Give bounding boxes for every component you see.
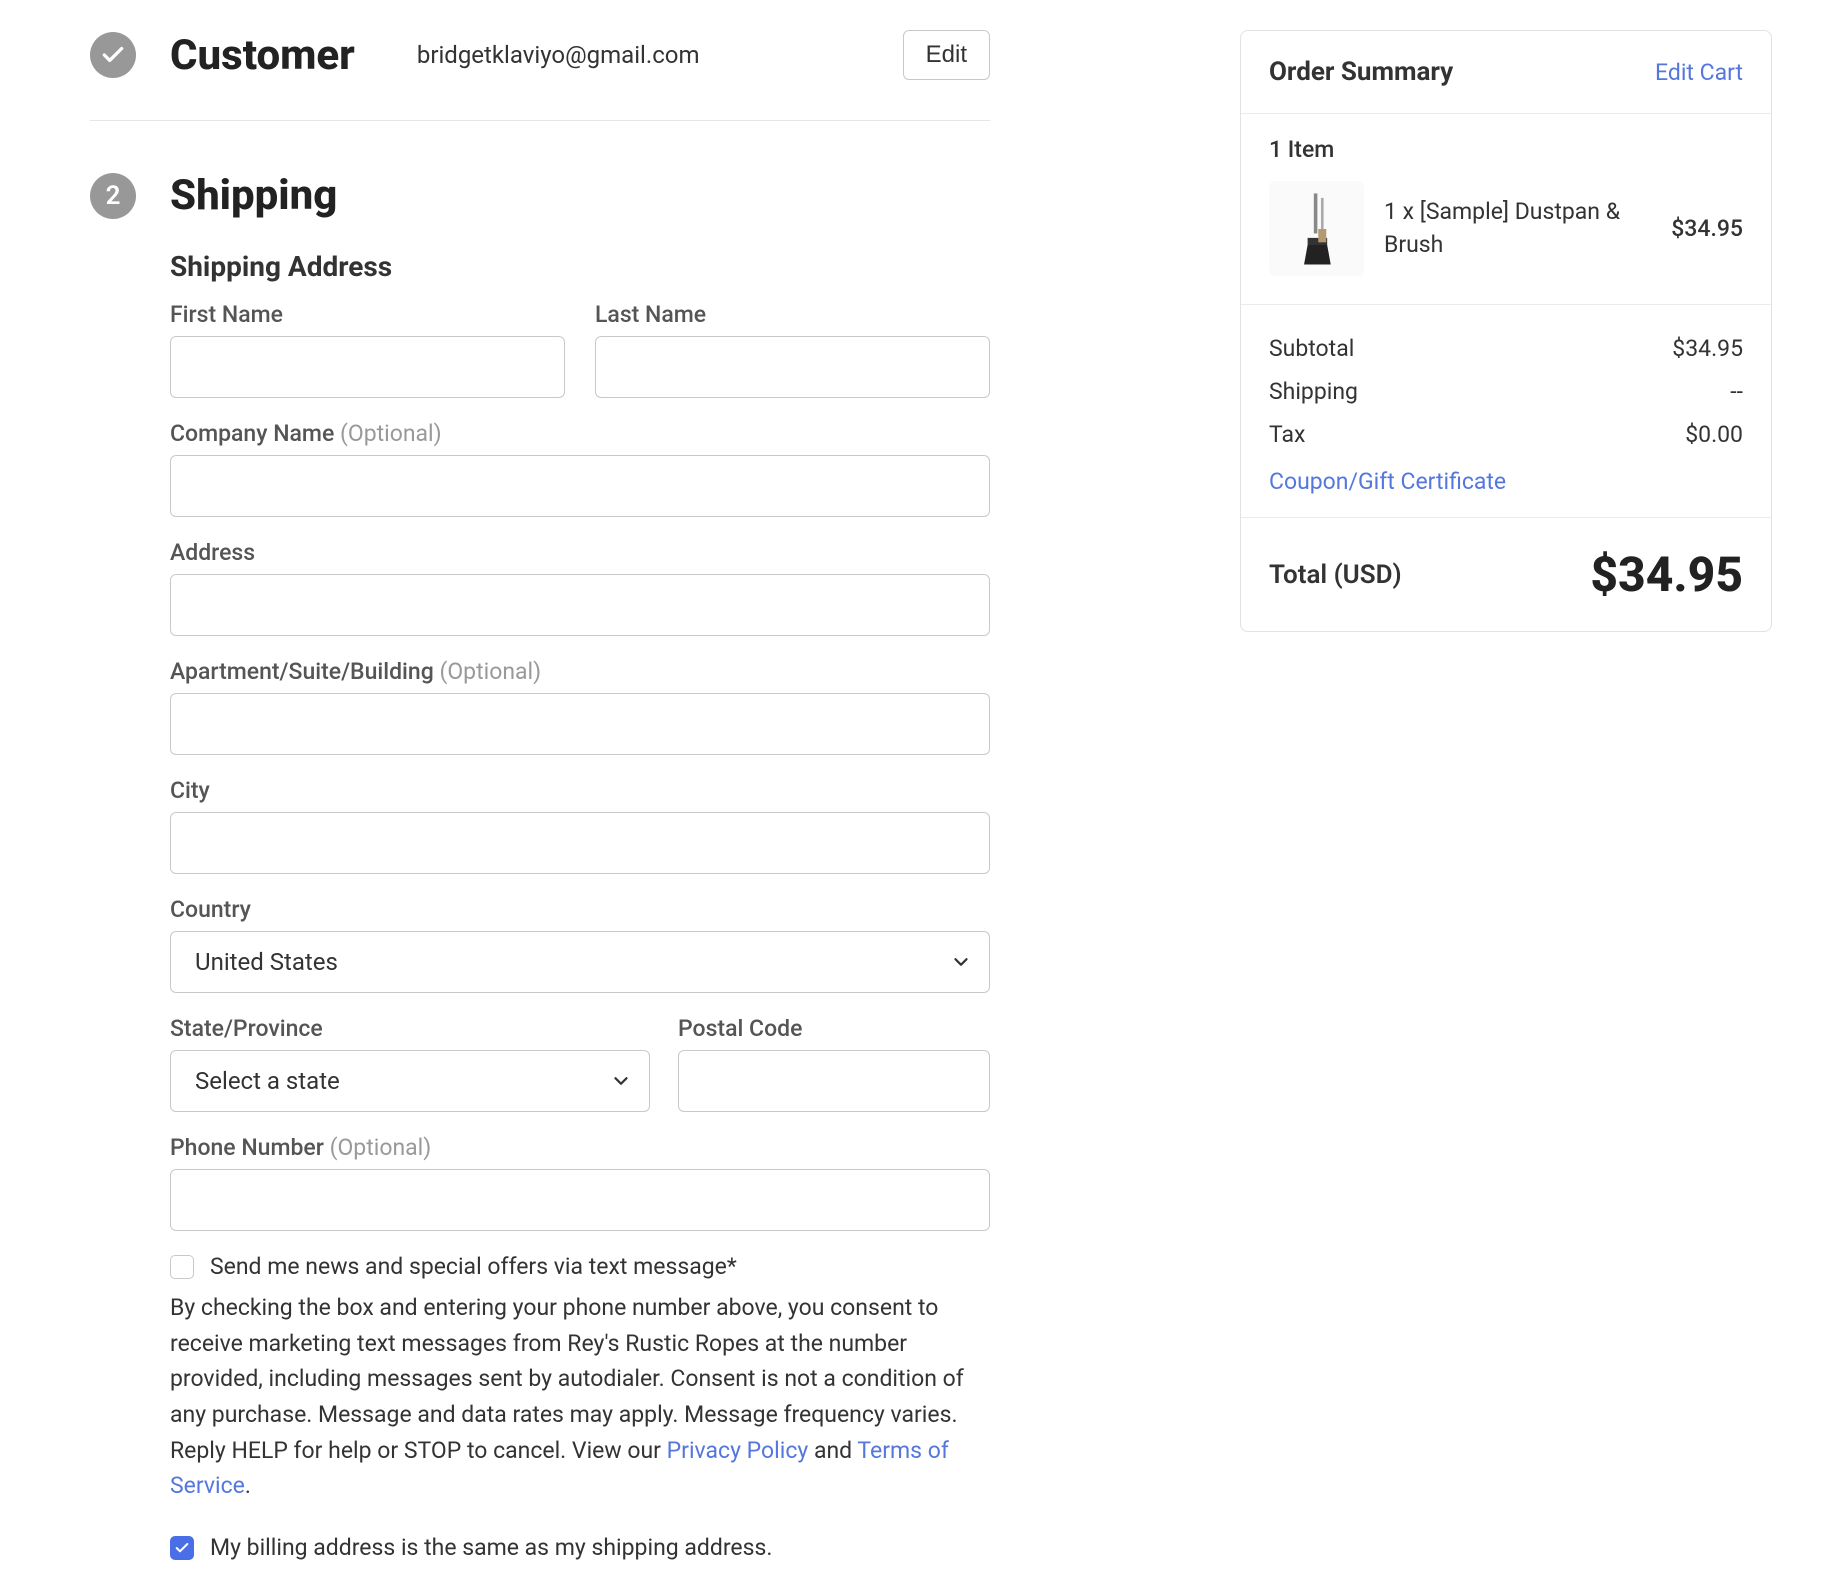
city-input[interactable] xyxy=(170,812,990,874)
shipping-value: -- xyxy=(1730,378,1743,405)
apt-label: Apartment/Suite/Building (Optional) xyxy=(170,658,990,685)
cart-item-row: 1 x [Sample] Dustpan & Brush $34.95 xyxy=(1269,181,1743,276)
company-input[interactable] xyxy=(170,455,990,517)
billing-same-checkbox[interactable] xyxy=(170,1536,194,1560)
edit-customer-button[interactable]: Edit xyxy=(903,30,990,80)
product-thumbnail xyxy=(1269,181,1364,276)
city-label: City xyxy=(170,777,990,804)
divider xyxy=(90,120,990,121)
state-select[interactable]: Select a state xyxy=(170,1050,650,1112)
phone-label: Phone Number (Optional) xyxy=(170,1134,990,1161)
customer-email: bridgetklaviyo@gmail.com xyxy=(417,41,700,69)
country-label: Country xyxy=(170,896,990,923)
coupon-link[interactable]: Coupon/Gift Certificate xyxy=(1269,456,1506,495)
customer-title: Customer xyxy=(170,31,355,80)
check-icon xyxy=(90,32,136,78)
item-count: 1 Item xyxy=(1269,136,1743,163)
company-label: Company Name (Optional) xyxy=(170,420,990,447)
step-number-badge: 2 xyxy=(90,173,136,219)
first-name-label: First Name xyxy=(170,301,565,328)
address-input[interactable] xyxy=(170,574,990,636)
state-label: State/Province xyxy=(170,1015,650,1042)
dustpan-brush-icon xyxy=(1289,189,1344,269)
apt-input[interactable] xyxy=(170,693,990,755)
news-offers-label: Send me news and special offers via text… xyxy=(210,1253,737,1280)
total-label: Total (USD) xyxy=(1269,560,1402,590)
billing-same-label: My billing address is the same as my shi… xyxy=(210,1534,772,1561)
shipping-address-heading: Shipping Address xyxy=(170,250,990,283)
postal-input[interactable] xyxy=(678,1050,990,1112)
shipping-title: Shipping xyxy=(170,171,337,220)
subtotal-value: $34.95 xyxy=(1672,335,1743,362)
consent-text: By checking the box and entering your ph… xyxy=(170,1290,990,1504)
address-label: Address xyxy=(170,539,990,566)
order-summary-title: Order Summary xyxy=(1269,57,1453,87)
tax-label: Tax xyxy=(1269,421,1305,448)
postal-label: Postal Code xyxy=(678,1015,990,1042)
last-name-label: Last Name xyxy=(595,301,990,328)
order-summary: Order Summary Edit Cart 1 Item xyxy=(1240,30,1772,632)
edit-cart-link[interactable]: Edit Cart xyxy=(1655,59,1743,86)
last-name-input[interactable] xyxy=(595,336,990,398)
first-name-input[interactable] xyxy=(170,336,565,398)
tax-value: $0.00 xyxy=(1685,421,1743,448)
phone-input[interactable] xyxy=(170,1169,990,1231)
item-name: 1 x [Sample] Dustpan & Brush xyxy=(1384,196,1651,260)
total-value: $34.95 xyxy=(1590,546,1743,603)
subtotal-label: Subtotal xyxy=(1269,335,1354,362)
customer-step-header: Customer bridgetklaviyo@gmail.com Edit xyxy=(90,30,990,80)
country-select[interactable]: United States xyxy=(170,931,990,993)
item-price: $34.95 xyxy=(1671,215,1743,242)
privacy-policy-link[interactable]: Privacy Policy xyxy=(667,1437,809,1464)
shipping-label: Shipping xyxy=(1269,378,1358,405)
shipping-step-header: 2 Shipping xyxy=(90,171,990,220)
news-offers-checkbox[interactable] xyxy=(170,1255,194,1279)
